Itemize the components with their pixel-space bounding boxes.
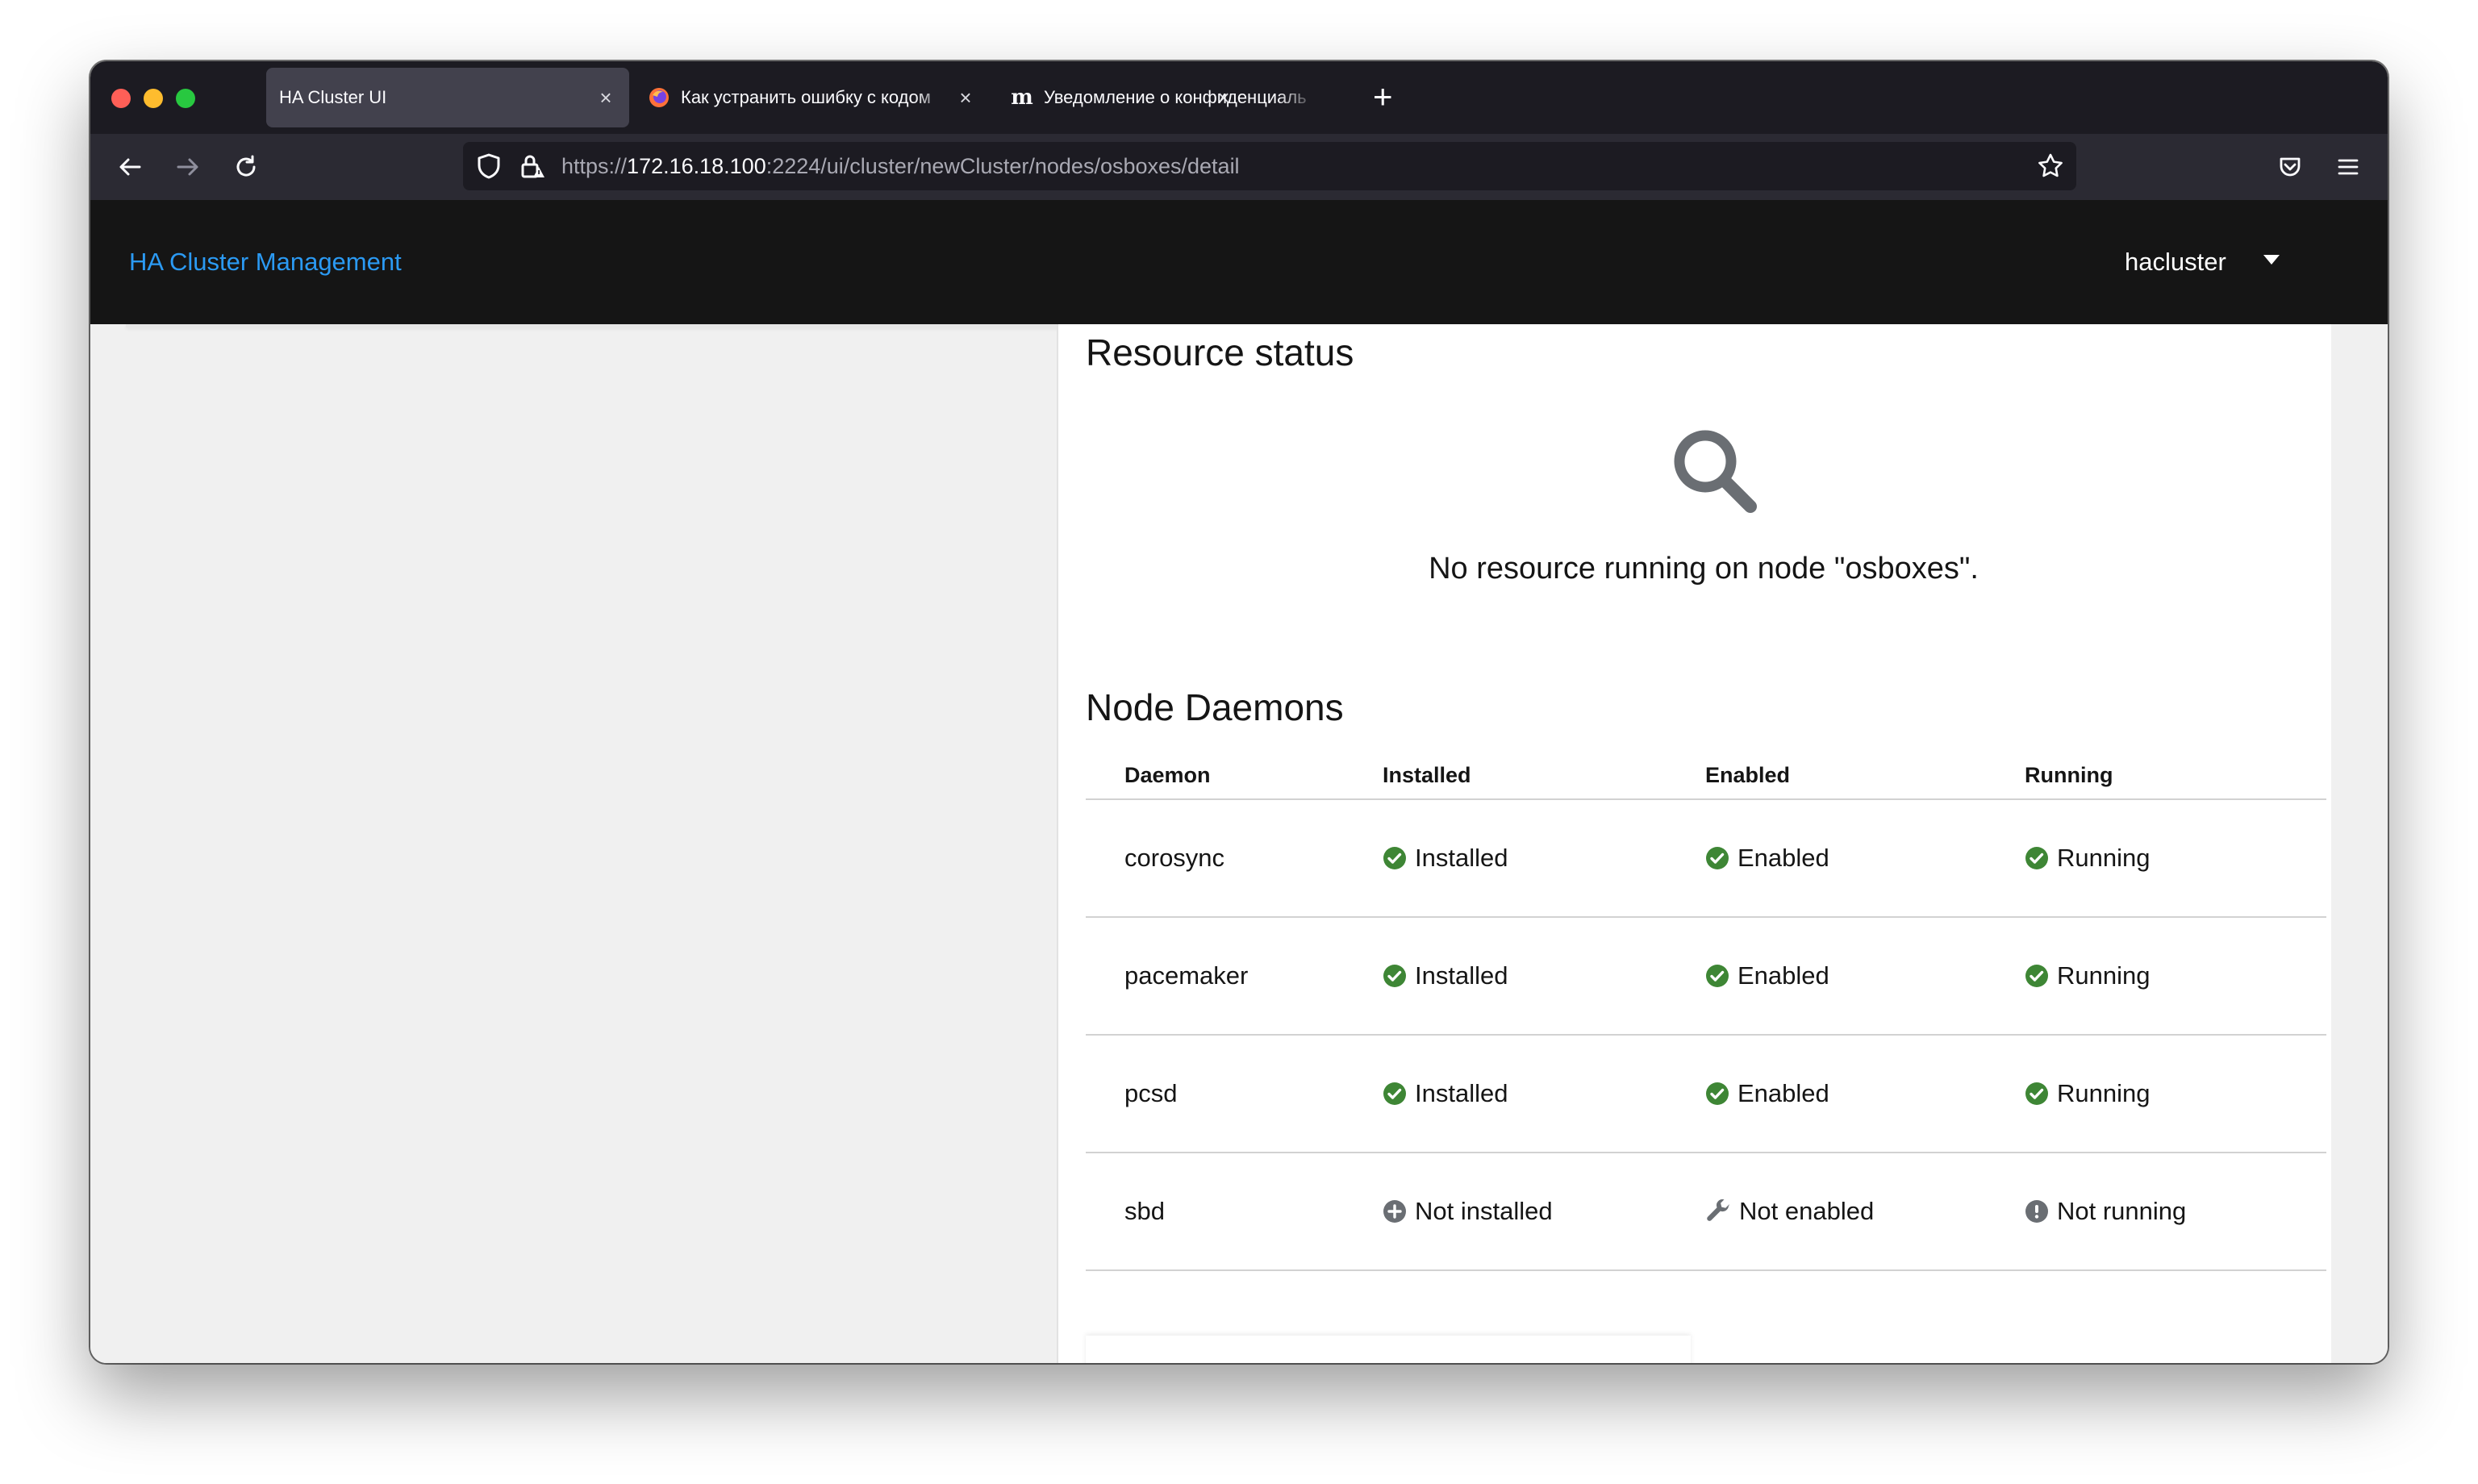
back-button[interactable]	[110, 147, 150, 187]
app-menu-button[interactable]	[2328, 147, 2368, 187]
exclamation-circle-icon	[2025, 1200, 2048, 1223]
table-row: sbd Not installed Not enabled Not runnin…	[1086, 1153, 2326, 1271]
check-circle-icon	[1706, 847, 1729, 869]
check-circle-icon	[1383, 1082, 1406, 1105]
check-circle-icon	[1383, 847, 1406, 869]
close-tab-icon[interactable]: ×	[595, 85, 616, 110]
check-circle-icon	[1706, 965, 1729, 987]
caret-down-icon[interactable]	[2263, 255, 2280, 265]
m-letter-icon: m	[1011, 85, 1033, 110]
table-row: corosync Installed Enabled Running	[1086, 799, 2326, 918]
empty-state-message: No resource running on node "osboxes".	[1429, 552, 1979, 586]
installed-status: Installed	[1383, 844, 1705, 873]
running-status: Running	[2025, 844, 2326, 873]
tab-ha-cluster-ui[interactable]: HA Cluster UI ×	[266, 68, 629, 127]
running-status: Running	[2025, 961, 2326, 990]
running-status: Not running	[2025, 1197, 2326, 1226]
bookmark-star-icon[interactable]	[2036, 152, 2065, 181]
reload-button[interactable]	[226, 147, 266, 187]
resource-status-title: Resource status	[1086, 331, 1354, 373]
daemon-name: pacemaker	[1086, 917, 1383, 1036]
table-header-row: Daemon Installed Enabled Running	[1086, 752, 2326, 800]
enabled-status: Enabled	[1705, 961, 2025, 990]
check-circle-icon	[1706, 1082, 1729, 1105]
enabled-status: Enabled	[1705, 1079, 2025, 1108]
tab-title: Как устранить ошибку с кодом	[681, 87, 931, 107]
panel-right-gutter	[2331, 324, 2349, 1363]
browser-window: HA Cluster UI × Как устранить ошибку с к…	[90, 61, 2388, 1363]
column-header-enabled: Enabled	[1705, 752, 2025, 800]
column-header-running: Running	[2025, 752, 2326, 800]
plus-circle-icon	[1383, 1200, 1406, 1223]
check-circle-icon	[1383, 965, 1406, 987]
minimize-window-button[interactable]	[144, 89, 163, 108]
firefox-icon	[647, 85, 671, 110]
running-status: Running	[2025, 1079, 2326, 1108]
sidebar-card	[126, 324, 1070, 327]
tab-title: HA Cluster UI	[279, 87, 387, 107]
brand-link[interactable]: HA Cluster Management	[129, 200, 402, 324]
close-window-button[interactable]	[111, 89, 131, 108]
new-tab-button[interactable]: +	[1373, 77, 1393, 116]
installed-status: Not installed	[1383, 1197, 1705, 1226]
node-daemons-table: Daemon Installed Enabled Running corosyn…	[1086, 752, 2326, 1271]
insecure-lock-icon[interactable]	[518, 152, 547, 181]
page-content: Resource status No resource running on n…	[90, 324, 2388, 1363]
browser-toolbar: https://172.16.18.100:2224/ui/cluster/ne…	[90, 134, 2388, 200]
reload-icon	[236, 155, 256, 177]
daemon-name: pcsd	[1086, 1035, 1383, 1153]
search-icon	[1668, 424, 1758, 519]
pocket-icon	[2280, 157, 2301, 177]
zoom-window-button[interactable]	[176, 89, 195, 108]
check-circle-icon	[2025, 1082, 2048, 1105]
address-bar[interactable]: https://172.16.18.100:2224/ui/cluster/ne…	[463, 142, 2076, 190]
check-circle-icon	[2025, 965, 2048, 987]
wrench-icon	[1707, 1199, 1729, 1221]
column-header-installed: Installed	[1383, 752, 1705, 800]
installed-status: Installed	[1383, 1079, 1705, 1108]
url-text[interactable]: https://172.16.18.100:2224/ui/cluster/ne…	[561, 142, 1240, 190]
close-tab-icon[interactable]: ×	[955, 85, 976, 110]
table-row: pcsd Installed Enabled Running	[1086, 1035, 2326, 1153]
tab-strip: HA Cluster UI × Как устранить ошибку с к…	[90, 61, 2388, 134]
enabled-status: Not enabled	[1705, 1197, 2025, 1226]
daemon-name: corosync	[1086, 799, 1383, 918]
user-menu-toggle[interactable]: hacluster	[2125, 200, 2226, 324]
daemon-name: sbd	[1086, 1153, 1383, 1271]
installed-status: Installed	[1383, 961, 1705, 990]
table-row: pacemaker Installed Enabled Running	[1086, 917, 2326, 1036]
forward-button[interactable]	[168, 147, 208, 187]
node-detail-panel: Resource status No resource running on n…	[1057, 324, 2349, 1363]
check-circle-icon	[2025, 847, 2048, 869]
hamburger-menu-icon	[2338, 159, 2359, 175]
pocket-button[interactable]	[2270, 147, 2310, 187]
next-card	[1086, 1336, 1691, 1363]
node-daemons-title: Node Daemons	[1086, 686, 1344, 728]
app-header: HA Cluster Management hacluster	[90, 200, 2388, 324]
tab-title: Уведомление о конфиденциаль	[1044, 87, 1307, 107]
shield-icon[interactable]	[474, 152, 503, 181]
column-header-daemon: Daemon	[1086, 752, 1383, 800]
arrow-right-icon	[177, 158, 198, 176]
enabled-status: Enabled	[1705, 844, 2025, 873]
arrow-left-icon	[119, 158, 141, 176]
